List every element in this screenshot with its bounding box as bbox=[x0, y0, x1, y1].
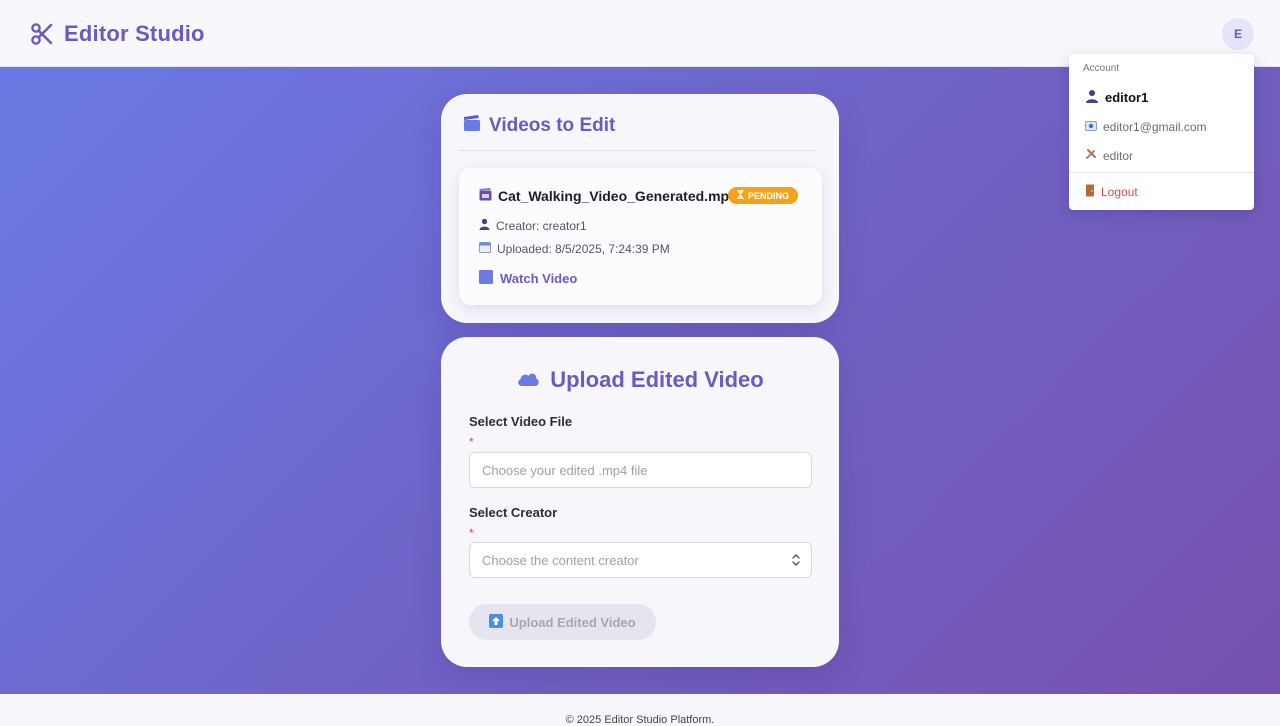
video-filename: Cat_Walking_Video_Generated.mp4 bbox=[498, 188, 737, 204]
clapperboard-icon bbox=[463, 114, 481, 138]
account-dropdown: Account editor1 editor1@gmail.com editor bbox=[1069, 54, 1254, 210]
video-uploaded-row: Uploaded: 8/5/2025, 7:24:39 PM bbox=[479, 241, 670, 256]
account-username: editor1 bbox=[1105, 90, 1149, 105]
account-role: editor bbox=[1103, 148, 1134, 163]
watch-video-link[interactable]: Watch Video bbox=[479, 270, 577, 287]
play-square-icon bbox=[479, 270, 493, 287]
scissors-icon bbox=[30, 19, 54, 49]
user-icon bbox=[479, 218, 490, 233]
account-menu-header: Account bbox=[1083, 63, 1120, 74]
video-file-placeholder: Choose your edited .mp4 file bbox=[482, 462, 648, 478]
cloud-icon bbox=[516, 367, 540, 393]
account-email: editor1@gmail.com bbox=[1103, 120, 1207, 134]
status-badge: PENDING bbox=[728, 187, 799, 204]
upload-edited-video-card: Upload Edited Video Select Video File * … bbox=[441, 337, 839, 667]
upload-section-title: Upload Edited Video bbox=[441, 367, 839, 393]
creator-select-placeholder: Choose the content creator bbox=[482, 552, 639, 568]
account-username-row: editor1 bbox=[1085, 89, 1148, 106]
video-creator-row: Creator: creator1 bbox=[479, 218, 587, 233]
calendar-icon bbox=[479, 241, 491, 256]
account-email-row: editor1@gmail.com bbox=[1085, 120, 1207, 134]
required-mark: * bbox=[469, 526, 474, 540]
videos-section-title: Videos to Edit bbox=[463, 114, 615, 138]
upload-arrow-icon bbox=[489, 613, 504, 631]
dropdown-divider bbox=[1069, 172, 1254, 173]
id-card-icon bbox=[1085, 120, 1097, 134]
tools-icon bbox=[1085, 148, 1097, 163]
video-file-label: Select Video File bbox=[469, 414, 573, 429]
upload-button-label: Upload Edited Video bbox=[509, 614, 636, 630]
status-badge-text: PENDING bbox=[748, 190, 790, 201]
video-uploaded: Uploaded: 8/5/2025, 7:24:39 PM bbox=[497, 241, 670, 256]
videos-to-edit-card: Videos to Edit Cat_Walking_Video_Generat… bbox=[441, 94, 839, 323]
account-role-row: editor bbox=[1085, 148, 1133, 163]
section-divider bbox=[459, 150, 817, 151]
hourglass-icon bbox=[736, 190, 745, 201]
user-icon bbox=[1085, 89, 1099, 106]
creator-label: Select Creator bbox=[469, 505, 558, 520]
video-list-item: Cat_Walking_Video_Generated.mp4 PENDING … bbox=[459, 168, 822, 305]
avatar[interactable]: E bbox=[1222, 18, 1254, 50]
brand-title: Editor Studio bbox=[64, 21, 205, 46]
video-file-input[interactable]: Choose your edited .mp4 file bbox=[469, 452, 812, 488]
videos-title-text: Videos to Edit bbox=[489, 115, 616, 136]
video-filename-row: Cat_Walking_Video_Generated.mp4 bbox=[479, 188, 737, 204]
film-icon bbox=[479, 188, 492, 204]
required-mark: * bbox=[469, 435, 474, 449]
door-icon bbox=[1085, 184, 1095, 200]
select-chevron-icon bbox=[791, 552, 801, 571]
watch-video-label: Watch Video bbox=[500, 271, 578, 286]
video-creator: Creator: creator1 bbox=[496, 218, 587, 233]
brand[interactable]: Editor Studio bbox=[30, 19, 205, 49]
logout-button[interactable]: Logout bbox=[1085, 184, 1138, 200]
logout-label: Logout bbox=[1101, 185, 1138, 199]
upload-edited-video-button[interactable]: Upload Edited Video bbox=[469, 604, 656, 640]
footer-text: © 2025 Editor Studio Platform. bbox=[565, 714, 715, 726]
upload-title-text: Upload Edited Video bbox=[550, 367, 764, 392]
creator-select[interactable]: Choose the content creator bbox=[469, 542, 812, 578]
footer: © 2025 Editor Studio Platform. bbox=[0, 694, 1280, 726]
